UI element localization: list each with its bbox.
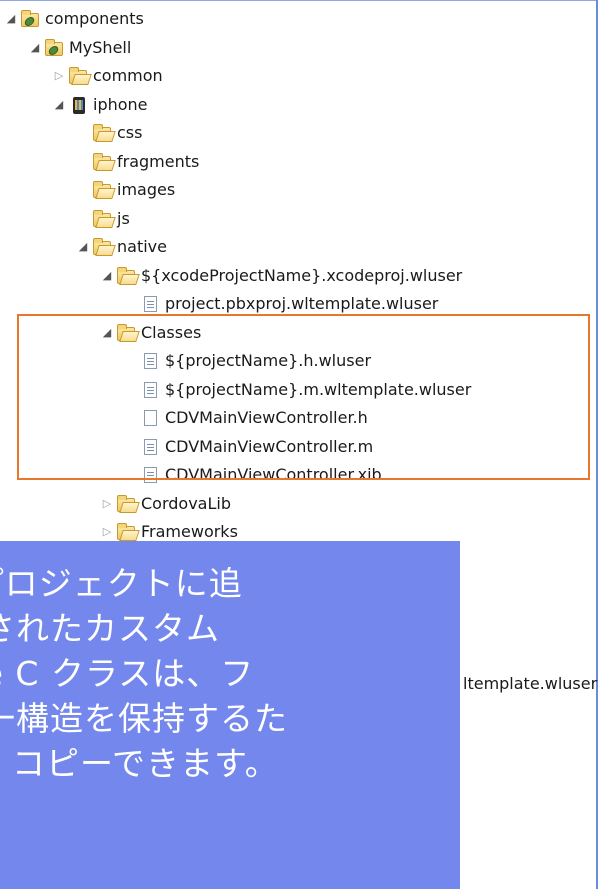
folder-icon — [117, 494, 135, 512]
tree-item-label: ${xcodeProjectName}.xcodeproj.wluser — [141, 265, 463, 285]
expanded-twisty-icon[interactable]: ◢ — [100, 262, 114, 290]
tree-item-label: MyShell — [69, 37, 132, 57]
tree-item[interactable]: CDVMainViewController.xib — [124, 461, 382, 489]
text-file-icon — [141, 381, 159, 398]
project-folder-icon — [21, 10, 39, 27]
folder-icon — [93, 209, 111, 227]
caption-line-3: tive C クラスは、フ — [0, 654, 255, 693]
folder-icon — [69, 67, 87, 84]
tree-item[interactable]: images — [76, 176, 175, 204]
tree-item-label: components — [45, 9, 144, 28]
expanded-twisty-icon[interactable]: ◢ — [76, 233, 90, 261]
tree-item-label: CDVMainViewController.m — [165, 436, 374, 456]
open-folder-icon — [117, 266, 135, 284]
open-folder-icon — [93, 238, 111, 255]
tree-item[interactable]: ◢ native — [76, 233, 167, 261]
tree-item[interactable]: CDVMainViewController.h — [124, 404, 368, 432]
tree-item-label: project.pbxproj.wltemplate.wluser — [165, 294, 439, 313]
tree-item-label: native — [117, 237, 167, 256]
tree-item-label: common — [93, 66, 163, 85]
tree-item[interactable]: ◢ components — [4, 5, 144, 33]
open-folder-icon — [117, 323, 135, 341]
tree-item-label: css — [117, 123, 143, 142]
text-file-icon — [141, 353, 159, 369]
project-folder-icon — [45, 38, 63, 56]
blank-file-icon — [141, 410, 159, 426]
folder-icon — [93, 181, 111, 198]
expanded-twisty-icon[interactable]: ◢ — [52, 91, 66, 119]
tree-item-label: CDVMainViewController.h — [165, 408, 368, 427]
text-file-icon — [141, 296, 159, 312]
tree-item[interactable]: ◢ Classes — [100, 319, 202, 347]
expanded-twisty-icon[interactable]: ◢ — [28, 34, 42, 62]
tree-item[interactable]: fragments — [76, 148, 199, 176]
tree-item[interactable]: ◢ iphone — [52, 91, 148, 119]
caption-line-2: されたカスタム — [0, 609, 220, 648]
tree-item[interactable]: ◢ MyShell — [28, 34, 132, 62]
text-file-icon — [141, 438, 159, 455]
caption-line-4: 一構造を保持するた — [0, 699, 288, 738]
collapsed-twisty-icon[interactable]: ▷ — [100, 490, 114, 518]
tree-item-label: CDVMainViewController.xib — [165, 465, 382, 484]
tree-item[interactable]: ▷ CordovaLib — [100, 490, 231, 518]
text-file-icon — [141, 467, 159, 483]
folder-icon — [93, 124, 111, 141]
tree-item[interactable]: js — [76, 205, 130, 233]
tree-item[interactable]: CDVMainViewController.m — [124, 433, 373, 461]
tree-item-label: iphone — [93, 94, 148, 114]
folder-icon — [93, 152, 111, 170]
tree-item[interactable]: ◢ ${xcodeProjectName}.xcodeproj.wluser — [100, 262, 462, 290]
caption-line-1: e プロジェクトに追 — [0, 564, 243, 603]
tree-item[interactable]: ${projectName}.h.wluser — [124, 347, 371, 375]
tree-item-label: CordovaLib — [141, 493, 231, 513]
tree-item[interactable]: project.pbxproj.wltemplate.wluser — [124, 290, 438, 318]
iphone-icon — [69, 96, 87, 114]
tree-item-label: ${projectName}.h.wluser — [165, 351, 372, 370]
tree-item[interactable]: css — [76, 119, 142, 147]
tree-item-label: js — [117, 208, 130, 228]
caption-line-5: コピーできます。 — [12, 744, 279, 783]
tree-item-label: Classes — [141, 322, 202, 342]
tree-item-label: ${projectName}.m.wltemplate.wluser — [165, 379, 472, 399]
expanded-twisty-icon[interactable]: ◢ — [100, 319, 114, 347]
tree-item-partial-label[interactable]: ltemplate.wluser — [463, 674, 597, 693]
caption-text: e プロジェクトに追 されたカスタム tive C クラスは、フ 一構造を保持す… — [0, 561, 460, 786]
tree-item[interactable]: ${projectName}.m.wltemplate.wluser — [124, 376, 471, 404]
tree-item[interactable]: ▷ common — [52, 62, 163, 90]
expanded-twisty-icon[interactable]: ◢ — [4, 5, 18, 33]
tree-item-label: fragments — [117, 151, 200, 171]
caption-overlay: e プロジェクトに追 されたカスタム tive C クラスは、フ 一構造を保持す… — [0, 541, 460, 889]
collapsed-twisty-icon[interactable]: ▷ — [52, 62, 66, 90]
tree-item-label: images — [117, 180, 176, 199]
folder-icon — [117, 523, 135, 540]
